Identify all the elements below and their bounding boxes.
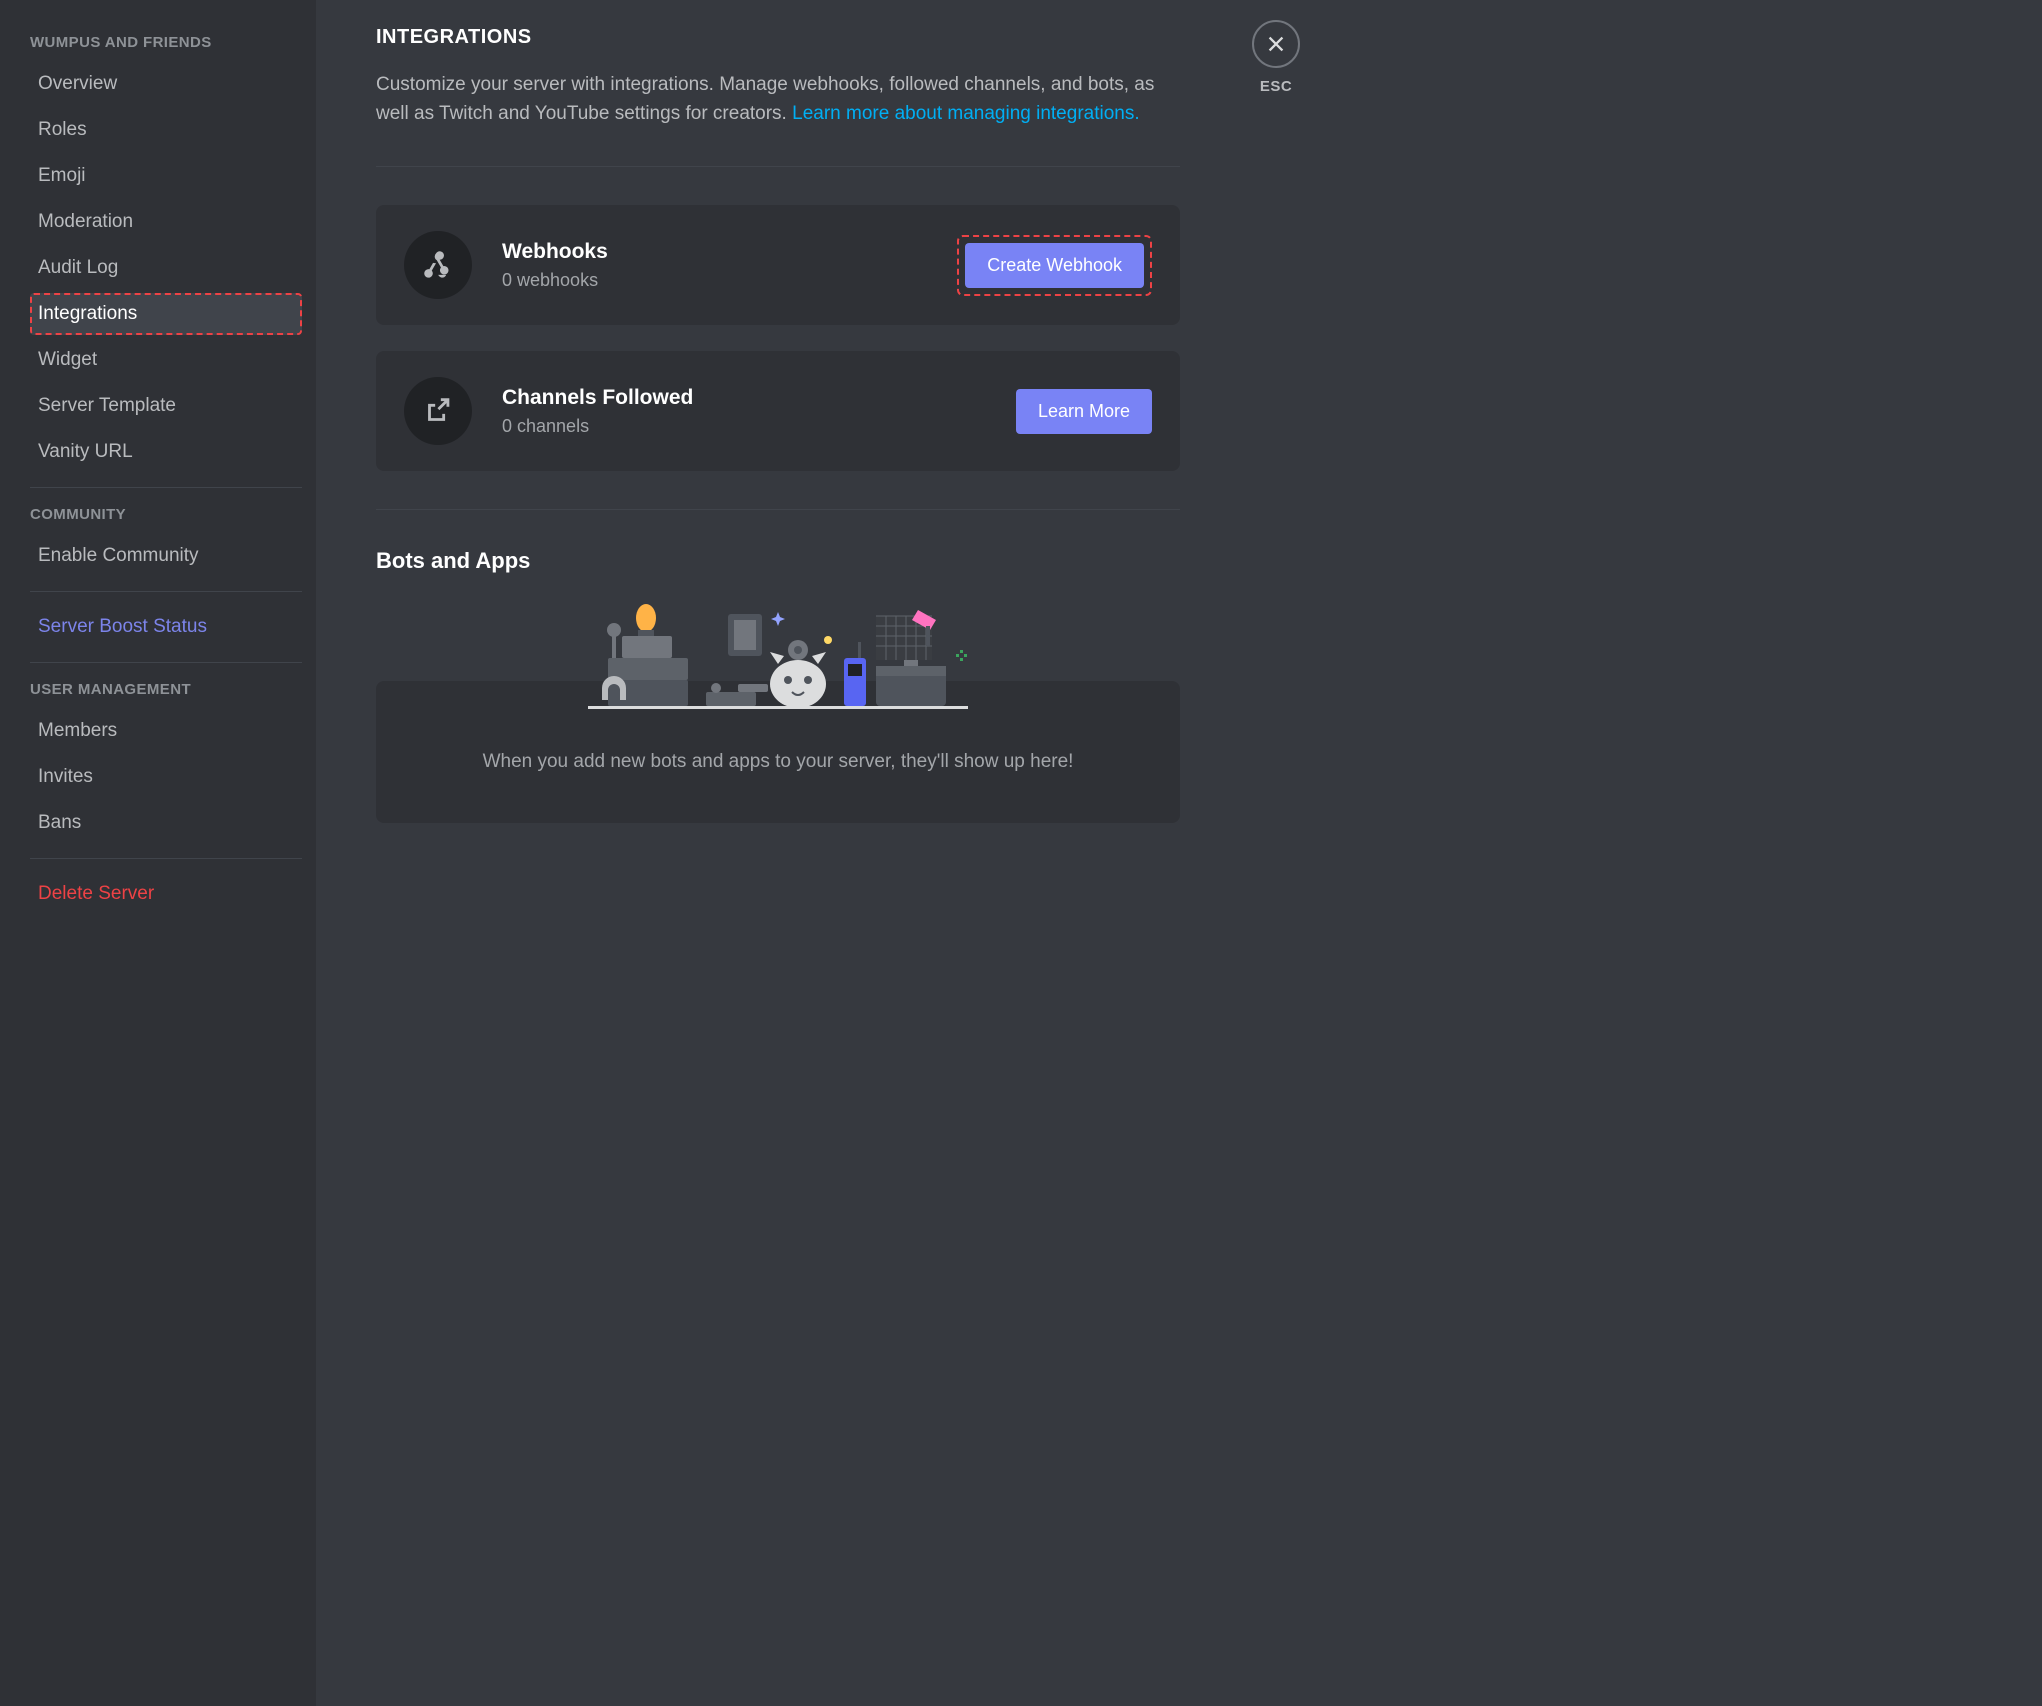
sidebar-item-boost-status[interactable]: Server Boost Status (30, 606, 302, 648)
learn-more-button[interactable]: Learn More (1016, 389, 1152, 434)
sidebar-divider (30, 662, 302, 663)
channels-followed-icon (404, 377, 472, 445)
bots-apps-empty-text: When you add new bots and apps to your s… (406, 751, 1150, 773)
bots-apps-illustration (376, 592, 1180, 717)
content-divider (376, 166, 1180, 167)
page-description: Customize your server with integrations.… (376, 71, 1180, 128)
close-icon (1252, 20, 1300, 68)
learn-more-link[interactable]: Learn more about managing integrations. (792, 103, 1140, 124)
channels-followed-title: Channels Followed (502, 386, 1016, 410)
sidebar-item-integrations[interactable]: Integrations (30, 293, 302, 335)
sidebar-item-server-template[interactable]: Server Template (30, 385, 302, 427)
webhook-icon (404, 231, 472, 299)
bots-apps-title: Bots and Apps (376, 548, 1180, 574)
sidebar-item-moderation[interactable]: Moderation (30, 201, 302, 243)
esc-label: ESC (1260, 78, 1292, 95)
close-button[interactable]: ESC (1252, 20, 1300, 95)
sidebar-item-bans[interactable]: Bans (30, 802, 302, 844)
sidebar-divider (30, 487, 302, 488)
webhooks-card: Webhooks 0 webhooks Create Webhook (376, 205, 1180, 325)
sidebar-item-widget[interactable]: Widget (30, 339, 302, 381)
create-webhook-button[interactable]: Create Webhook (965, 243, 1144, 288)
create-webhook-highlight: Create Webhook (957, 235, 1152, 296)
sidebar-item-invites[interactable]: Invites (30, 756, 302, 798)
sidebar-header-community: COMMUNITY (30, 502, 302, 529)
page-title: INTEGRATIONS (376, 26, 1180, 49)
webhooks-title: Webhooks (502, 240, 957, 264)
sidebar-divider (30, 591, 302, 592)
main-content: ESC INTEGRATIONS Customize your server w… (316, 0, 1216, 1706)
learn-more-wrap: Learn More (1016, 389, 1152, 434)
sidebar-item-overview[interactable]: Overview (30, 63, 302, 105)
sidebar-item-enable-community[interactable]: Enable Community (30, 535, 302, 577)
sidebar-item-members[interactable]: Members (30, 710, 302, 752)
sidebar-item-delete-server[interactable]: Delete Server (30, 873, 302, 915)
channels-followed-count: 0 channels (502, 416, 1016, 437)
sidebar-item-roles[interactable]: Roles (30, 109, 302, 151)
sidebar-divider (30, 858, 302, 859)
sidebar-item-emoji[interactable]: Emoji (30, 155, 302, 197)
sidebar-item-vanity-url[interactable]: Vanity URL (30, 431, 302, 473)
webhooks-count: 0 webhooks (502, 270, 957, 291)
sidebar-header-user-management: USER MANAGEMENT (30, 677, 302, 704)
settings-sidebar: WUMPUS AND FRIENDS Overview Roles Emoji … (0, 0, 316, 1706)
content-divider (376, 509, 1180, 510)
sidebar-item-audit-log[interactable]: Audit Log (30, 247, 302, 289)
channels-followed-card: Channels Followed 0 channels Learn More (376, 351, 1180, 471)
sidebar-header-server: WUMPUS AND FRIENDS (30, 30, 302, 57)
